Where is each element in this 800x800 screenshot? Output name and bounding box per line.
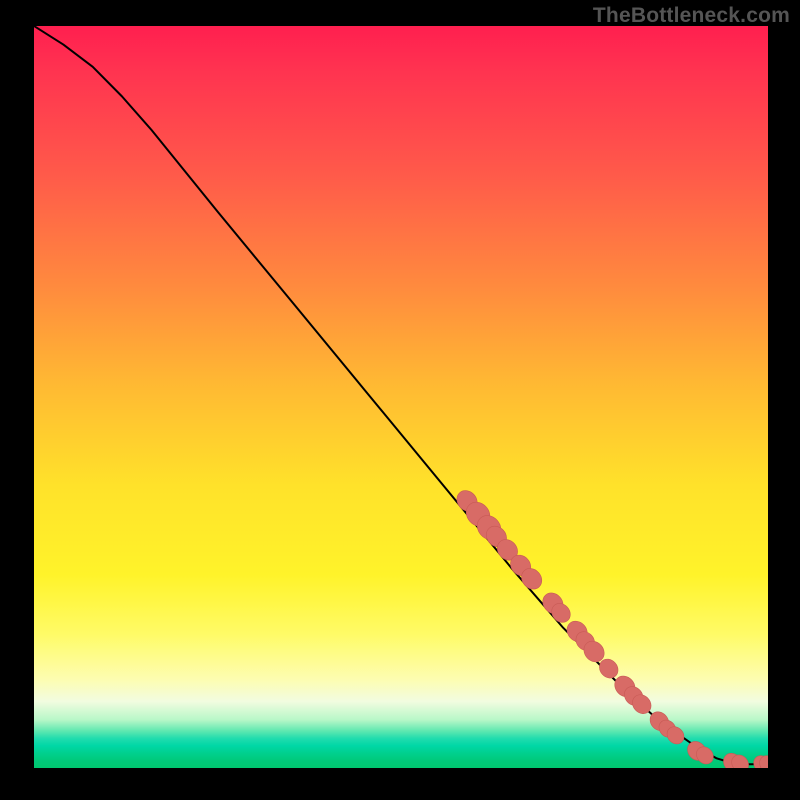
chart-frame: TheBottleneck.com <box>0 0 800 800</box>
watermark-text: TheBottleneck.com <box>593 4 790 28</box>
chart-curve <box>34 26 768 764</box>
chart-svg <box>34 26 768 768</box>
plot-area <box>34 26 768 768</box>
chart-points <box>453 486 768 768</box>
